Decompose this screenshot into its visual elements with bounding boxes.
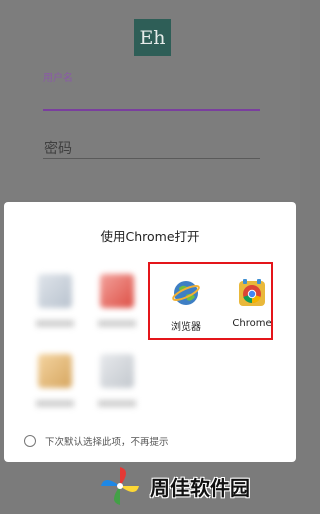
blurred-app-2[interactable] xyxy=(92,268,144,338)
chrome-icon xyxy=(239,279,265,306)
remember-radio[interactable] xyxy=(24,435,36,447)
blurred-app-4[interactable] xyxy=(92,348,144,418)
pinwheel-logo-icon xyxy=(101,467,139,505)
blurred-app-3[interactable] xyxy=(30,348,82,418)
watermark-text: 周佳软件园 xyxy=(150,475,250,500)
app-option-browser[interactable]: 浏览器 xyxy=(156,268,216,338)
globe-icon xyxy=(172,281,200,305)
password-placeholder: 密码 xyxy=(44,141,72,157)
password-field[interactable]: 密码 xyxy=(43,136,260,159)
app-option-chrome[interactable]: Chrome xyxy=(222,268,282,338)
remember-choice-row[interactable]: 下次默认选择此项，不再提示 xyxy=(24,431,169,451)
app-logo: Eh xyxy=(134,19,171,56)
remember-label: 下次默认选择此项，不再提示 xyxy=(45,437,169,448)
app-label-chrome: Chrome xyxy=(232,318,272,329)
username-field[interactable] xyxy=(43,109,260,111)
watermark: 周佳软件园 xyxy=(98,458,298,514)
app-label-browser: 浏览器 xyxy=(171,322,201,333)
sheet-title: 使用Chrome打开 xyxy=(100,229,200,244)
username-label: 用户名 xyxy=(43,73,73,84)
blurred-app-1[interactable] xyxy=(30,268,82,338)
